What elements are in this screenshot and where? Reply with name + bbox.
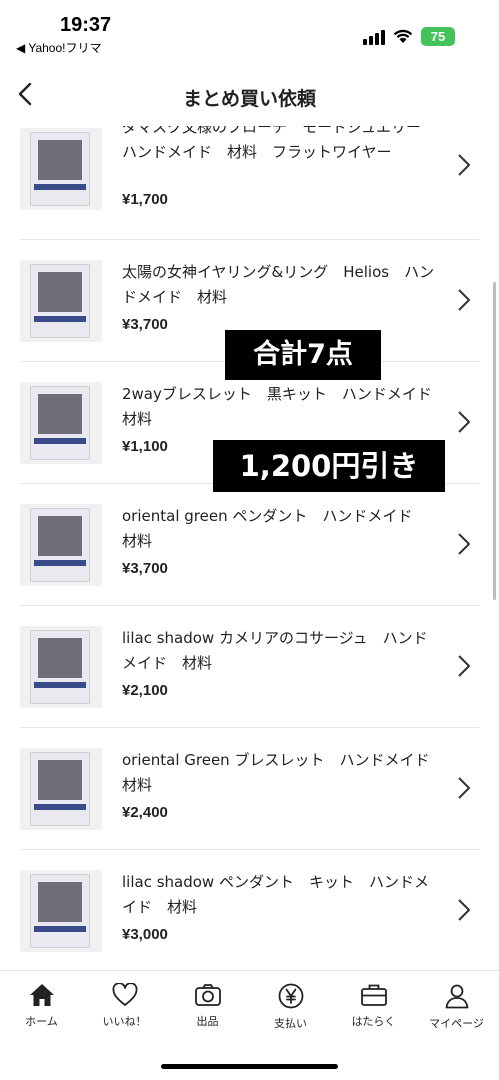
total-count-label: 合計7点 — [225, 330, 381, 380]
item-price: ¥3,700 — [122, 560, 168, 577]
item-title: ダマスク文様のブローチ モードジュエリー ハンドメイド 材料 フラットワイヤー — [122, 126, 436, 161]
tab-payment[interactable]: 支払い — [249, 983, 332, 1031]
item-price: ¥2,400 — [122, 804, 168, 821]
tab-sell[interactable]: 出品 — [166, 983, 249, 1029]
tab-label: はたらく — [351, 1015, 396, 1028]
tab-label: 出品 — [196, 1015, 219, 1028]
chevron-right-icon — [458, 289, 470, 311]
chevron-right-icon — [458, 655, 470, 677]
item-price: ¥1,700 — [122, 191, 168, 208]
home-indicator — [161, 1064, 338, 1069]
signal-icon — [363, 29, 385, 45]
nav-bar: まとめ買い依頼 — [0, 62, 499, 128]
camera-icon — [194, 984, 221, 1006]
chevron-right-icon — [458, 899, 470, 921]
person-icon — [445, 984, 468, 1009]
discount-label: 1,200円引き — [213, 440, 445, 492]
item-thumbnail — [20, 128, 102, 210]
item-thumbnail — [20, 626, 102, 708]
chevron-right-icon — [458, 154, 470, 176]
tab-mypage[interactable]: マイページ — [415, 983, 498, 1031]
item-title: 2wayブレスレット 黒キット ハンドメイド 材料 — [122, 385, 447, 428]
status-bar: 19:37 ◀ Yahoo!フリマ 75 — [0, 0, 499, 58]
briefcase-icon — [360, 984, 387, 1006]
chevron-right-icon — [458, 777, 470, 799]
tab-work[interactable]: はたらく — [332, 983, 415, 1029]
item-thumbnail — [20, 870, 102, 952]
back-to-app-link[interactable]: ◀ Yahoo!フリマ — [16, 39, 102, 56]
status-icons: 75 — [363, 27, 455, 46]
item-list: ダマスク文様のブローチ モードジュエリー ハンドメイド 材料 フラットワイヤー … — [0, 126, 499, 970]
scrollbar[interactable] — [493, 282, 496, 600]
chevron-right-icon — [458, 411, 470, 433]
item-price: ¥3,000 — [122, 926, 168, 943]
item-price: ¥2,100 — [122, 682, 168, 699]
yen-icon — [278, 983, 303, 1009]
list-item[interactable]: oriental green ペンダント ハンドメイド 材料 ¥3,700 — [0, 484, 499, 606]
status-time: 19:37 — [60, 14, 112, 36]
item-thumbnail — [20, 260, 102, 342]
tab-likes[interactable]: いいね！ — [83, 983, 166, 1029]
item-title: oriental green ペンダント ハンドメイド 材料 — [122, 507, 428, 550]
item-thumbnail — [20, 504, 102, 586]
item-title: lilac shadow カメリアのコサージュ ハンドメイド 材料 — [122, 629, 428, 672]
list-item[interactable]: oriental Green ブレスレット ハンドメイド 材料 ¥2,400 — [0, 728, 499, 850]
item-title: 太陽の女神イヤリング&リング Helios ハンドメイド 材料 — [122, 263, 435, 306]
item-price: ¥3,700 — [122, 316, 168, 333]
tab-label: ホーム — [25, 1015, 58, 1028]
list-item[interactable]: lilac shadow ペンダント キット ハンドメイド 材料 ¥3,000 — [0, 850, 499, 970]
tab-label: いいね！ — [102, 1015, 147, 1028]
page-title: まとめ買い依頼 — [182, 88, 316, 110]
item-thumbnail — [20, 748, 102, 830]
home-icon — [29, 984, 54, 1006]
chevron-right-icon — [458, 533, 470, 555]
list-item[interactable]: lilac shadow カメリアのコサージュ ハンドメイド 材料 ¥2,100 — [0, 606, 499, 728]
item-thumbnail — [20, 382, 102, 464]
item-title: lilac shadow ペンダント キット ハンドメイド 材料 — [122, 873, 429, 916]
item-price: ¥1,100 — [122, 438, 168, 455]
tab-label: 支払い — [274, 1017, 307, 1030]
battery-indicator: 75 — [421, 27, 455, 46]
item-title: oriental Green ブレスレット ハンドメイド 材料 — [122, 751, 445, 794]
tab-label: マイページ — [429, 1017, 484, 1030]
wifi-icon — [393, 29, 413, 43]
heart-icon — [112, 983, 137, 1006]
list-item[interactable]: ダマスク文様のブローチ モードジュエリー ハンドメイド 材料 フラットワイヤー … — [0, 126, 499, 240]
tab-home[interactable]: ホーム — [0, 983, 83, 1029]
